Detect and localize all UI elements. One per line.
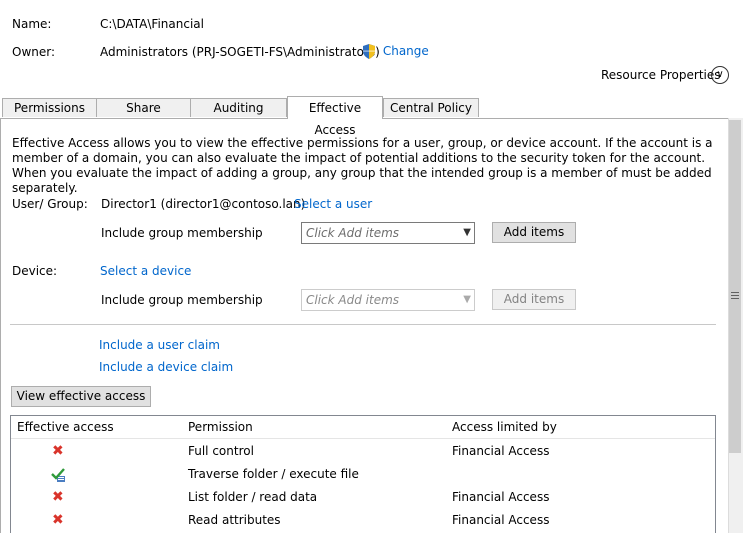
scrollbar-thumb[interactable] [729, 120, 741, 453]
column-header-effective-access[interactable]: Effective access [17, 416, 114, 438]
owner-value: Administrators (PRJ-SOGETI-FS\Administra… [100, 45, 380, 59]
description-text: Effective Access allows you to view the … [12, 136, 713, 195]
permission-cell: Traverse folder / execute file [188, 467, 359, 481]
include-device-claim-link[interactable]: Include a device claim [99, 360, 233, 374]
permission-cell: List folder / read data [188, 490, 318, 504]
chevron-down-icon[interactable]: ∨ [711, 66, 729, 84]
device-group-membership-combo[interactable]: Click Add items ▼ [301, 289, 475, 311]
shield-icon [363, 44, 375, 59]
scroll-grip-line [731, 292, 739, 293]
access-limited-by-cell: Financial Access [452, 513, 550, 527]
user-group-label: User/ Group: [12, 197, 88, 211]
group-membership-combo[interactable]: Click Add items ▼ [301, 222, 475, 244]
device-combo-placeholder: Click Add items [306, 293, 400, 307]
tab-effective-access[interactable]: Effective Access [287, 96, 383, 137]
red-x-icon: ✖ [52, 443, 64, 459]
column-header-access-limited-by[interactable]: Access limited by [452, 416, 557, 438]
table-row[interactable]: ✖ Read attributes Financial Access [11, 509, 715, 532]
green-check-icon [51, 463, 67, 486]
tab-central-policy[interactable]: Central Policy [383, 98, 479, 117]
table-row[interactable]: ✖ List folder / read data Financial Acce… [11, 486, 715, 509]
tab-strip: Permissions Share Auditing Effective Acc… [0, 96, 743, 137]
include-group-label: Include group membership [101, 226, 263, 240]
change-owner-link[interactable]: Change [362, 44, 429, 59]
chevron-down-icon[interactable]: ▼ [463, 223, 471, 243]
device-label: Device: [12, 264, 58, 278]
combo-placeholder: Click Add items [306, 226, 400, 240]
name-value: C:\DATA\Financial [100, 17, 204, 31]
name-label: Name: [12, 17, 52, 31]
effective-access-grid: Effective access Permission Access limit… [10, 415, 716, 533]
change-link[interactable]: Change [383, 44, 429, 58]
device-add-items-button[interactable]: Add items [492, 289, 576, 310]
tab-share[interactable]: Share [96, 98, 191, 117]
grid-header: Effective access Permission Access limit… [11, 416, 715, 439]
view-effective-access-button[interactable]: View effective access [11, 386, 151, 407]
permission-cell: Full control [188, 444, 254, 458]
chevron-down-icon[interactable]: ▼ [463, 290, 471, 310]
scroll-grip-line [731, 295, 739, 296]
select-device-link[interactable]: Select a device [100, 264, 191, 278]
access-limited-by-cell: Financial Access [452, 490, 550, 504]
column-header-permission[interactable]: Permission [188, 416, 253, 438]
user-group-value: Director1 (director1@contoso.lan) [101, 197, 306, 211]
include-user-claim-link[interactable]: Include a user claim [99, 338, 220, 352]
red-x-icon: ✖ [52, 512, 64, 528]
table-row[interactable]: Traverse folder / execute file [11, 463, 715, 486]
table-row[interactable]: ✖ Full control Financial Access [11, 440, 715, 463]
add-items-button[interactable]: Add items [492, 222, 576, 243]
device-include-group-label: Include group membership [101, 293, 263, 307]
resource-properties-label[interactable]: Resource Properties [601, 68, 721, 82]
permission-cell: Read attributes [188, 513, 281, 527]
owner-label: Owner: [12, 45, 56, 59]
section-divider [10, 324, 716, 325]
tab-auditing[interactable]: Auditing [190, 98, 287, 117]
access-limited-by-cell: Financial Access [452, 444, 550, 458]
select-user-link[interactable]: Select a user [294, 197, 372, 211]
red-x-icon: ✖ [52, 489, 64, 505]
tab-permissions[interactable]: Permissions [2, 98, 97, 117]
scroll-grip-line [731, 298, 739, 299]
